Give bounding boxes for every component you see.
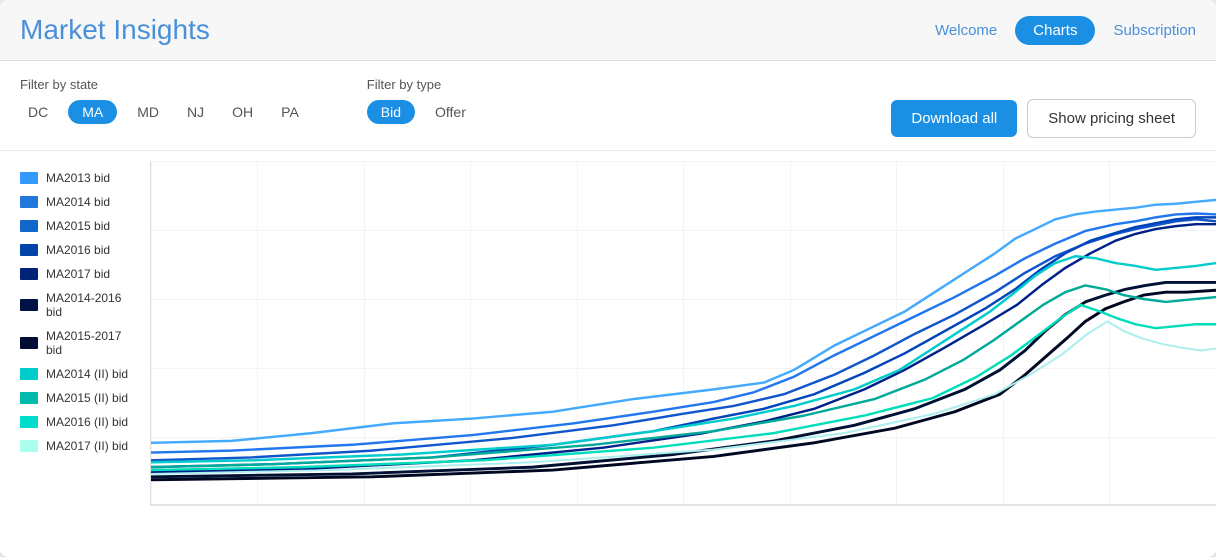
legend-label-ma2014-2016: MA2014-2016 bid: [46, 291, 140, 319]
legend-ma2017: MA2017 bid: [20, 267, 140, 281]
legend-color-ma2016-ii: [20, 416, 38, 428]
legend-color-ma2017: [20, 268, 38, 280]
logo-text-market: Market: [20, 14, 113, 45]
legend-ma2013: MA2013 bid: [20, 171, 140, 185]
type-bid[interactable]: Bid: [367, 100, 415, 124]
legend-label-ma2014: MA2014 bid: [46, 195, 110, 209]
state-nj[interactable]: NJ: [179, 100, 212, 124]
legend-ma2017-ii: MA2017 (II) bid: [20, 439, 140, 453]
legend-label-ma2015-ii: MA2015 (II) bid: [46, 391, 128, 405]
state-ma[interactable]: MA: [68, 100, 117, 124]
filters-bar: Filter by state DC MA MD NJ OH PA Filter…: [0, 61, 1216, 151]
chart-section: MA2013 bid MA2014 bid MA2015 bid MA2016 …: [0, 151, 1216, 506]
nav-bar: Welcome Charts Subscription: [935, 16, 1196, 45]
app-window: Market Insights Welcome Charts Subscript…: [0, 0, 1216, 557]
legend-color-ma2015-ii: [20, 392, 38, 404]
type-filter-label: Filter by type: [367, 77, 474, 92]
legend-color-ma2014-2016: [20, 299, 38, 311]
type-offer[interactable]: Offer: [427, 100, 474, 124]
legend-label-ma2015: MA2015 bid: [46, 219, 110, 233]
legend-ma2014-ii: MA2014 (II) bid: [20, 367, 140, 381]
logo-text-insights: Insights: [113, 14, 210, 45]
nav-charts[interactable]: Charts: [1015, 16, 1095, 45]
legend-ma2015-ii: MA2015 (II) bid: [20, 391, 140, 405]
state-filter-group: Filter by state DC MA MD NJ OH PA: [20, 77, 307, 124]
app-logo: Market Insights: [20, 14, 210, 46]
show-pricing-button[interactable]: Show pricing sheet: [1027, 99, 1196, 138]
state-oh[interactable]: OH: [224, 100, 261, 124]
chart-area: [150, 161, 1216, 506]
state-dc[interactable]: DC: [20, 100, 56, 124]
legend-label-ma2013: MA2013 bid: [46, 171, 110, 185]
nav-welcome[interactable]: Welcome: [935, 22, 997, 39]
legend-label-ma2014-ii: MA2014 (II) bid: [46, 367, 128, 381]
legend-color-ma2015-2017: [20, 337, 38, 349]
legend-ma2016: MA2016 bid: [20, 243, 140, 257]
legend-ma2015: MA2015 bid: [20, 219, 140, 233]
state-options: DC MA MD NJ OH PA: [20, 100, 307, 124]
type-options: Bid Offer: [367, 100, 474, 124]
nav-subscription[interactable]: Subscription: [1113, 22, 1196, 39]
legend-ma2014-2016: MA2014-2016 bid: [20, 291, 140, 319]
legend-label-ma2016-ii: MA2016 (II) bid: [46, 415, 128, 429]
legend-color-ma2017-ii: [20, 440, 38, 452]
legend-color-ma2016: [20, 244, 38, 256]
type-filter-group: Filter by type Bid Offer: [367, 77, 474, 124]
chart-legend: MA2013 bid MA2014 bid MA2015 bid MA2016 …: [0, 161, 150, 506]
state-pa[interactable]: PA: [273, 100, 307, 124]
legend-color-ma2013: [20, 172, 38, 184]
legend-label-ma2017-ii: MA2017 (II) bid: [46, 439, 128, 453]
legend-ma2015-2017: MA2015-2017 bid: [20, 329, 140, 357]
header: Market Insights Welcome Charts Subscript…: [0, 0, 1216, 61]
legend-label-ma2015-2017: MA2015-2017 bid: [46, 329, 140, 357]
chart-svg: [151, 161, 1216, 506]
legend-ma2014: MA2014 bid: [20, 195, 140, 209]
legend-color-ma2014: [20, 196, 38, 208]
legend-label-ma2017: MA2017 bid: [46, 267, 110, 281]
state-md[interactable]: MD: [129, 100, 167, 124]
state-filter-label: Filter by state: [20, 77, 307, 92]
download-all-button[interactable]: Download all: [891, 100, 1017, 137]
legend-label-ma2016: MA2016 bid: [46, 243, 110, 257]
legend-ma2016-ii: MA2016 (II) bid: [20, 415, 140, 429]
legend-color-ma2015: [20, 220, 38, 232]
legend-color-ma2014-ii: [20, 368, 38, 380]
